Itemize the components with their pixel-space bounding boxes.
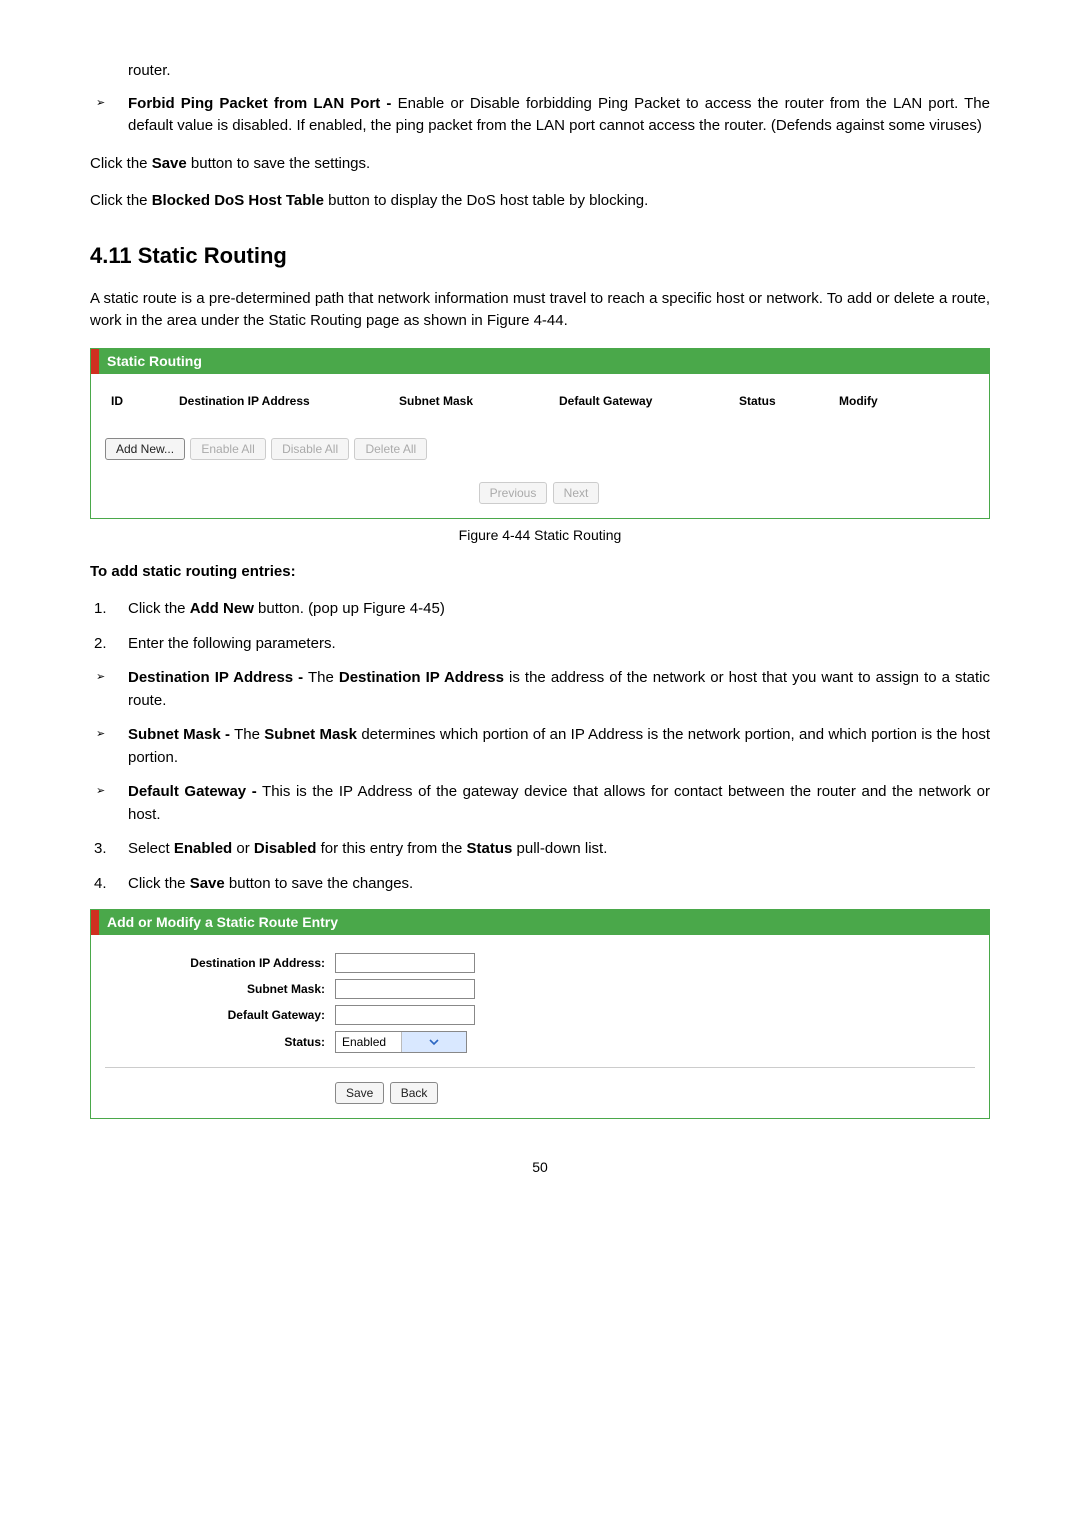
blocked-text-a: Click the xyxy=(90,192,152,209)
step1-bold: Add New xyxy=(190,600,254,617)
step-1: Click the Add New button. (pop up Figure… xyxy=(90,598,990,621)
step-2: Enter the following parameters. xyxy=(90,633,990,656)
dest-ip-label: Destination IP Address: xyxy=(105,954,335,972)
status-select[interactable]: Enabled xyxy=(335,1031,467,1053)
add-modify-panel: Add or Modify a Static Route Entry Desti… xyxy=(90,909,990,1119)
dest-ip-item: Destination IP Address - The Destination… xyxy=(90,667,990,712)
document-page: router. Forbid Ping Packet from LAN Port… xyxy=(90,60,990,1178)
form-button-row: Save Back xyxy=(105,1082,975,1104)
blocked-text-b: button to display the DoS host table by … xyxy=(324,192,648,209)
router-trailer-text: router. xyxy=(128,60,990,83)
form-row-dest: Destination IP Address: xyxy=(105,953,975,973)
section-paragraph: A static route is a pre-determined path … xyxy=(90,288,990,333)
s4b: button to save the changes. xyxy=(225,875,413,892)
mask-bold: Subnet Mask xyxy=(264,726,357,743)
s3b2: or xyxy=(232,840,254,857)
save-bold: Save xyxy=(152,155,187,172)
s3d: pull-down list. xyxy=(512,840,607,857)
next-button[interactable]: Next xyxy=(553,482,600,504)
col-mask: Subnet Mask xyxy=(399,392,519,410)
howto-heading: To add static routing entries: xyxy=(90,561,990,584)
step1-a: Click the xyxy=(128,600,190,617)
subnet-mask-item: Subnet Mask - The Subnet Mask determines… xyxy=(90,724,990,769)
form-divider xyxy=(105,1067,975,1068)
bulk-button-row: Add New... Enable All Disable All Delete… xyxy=(105,438,975,460)
dest-text-a: The xyxy=(303,669,339,686)
save-text-a: Click the xyxy=(90,155,152,172)
status-value: Enabled xyxy=(336,1033,401,1051)
blocked-bold: Blocked DoS Host Table xyxy=(152,192,324,209)
gw-text: This is the IP Address of the gateway de… xyxy=(128,783,990,823)
step1-b: button. (pop up Figure 4-45) xyxy=(254,600,445,617)
figure-4-44-caption: Figure 4-44 Static Routing xyxy=(90,525,990,546)
gateway-input[interactable] xyxy=(335,1005,475,1025)
col-modify: Modify xyxy=(839,392,899,410)
static-routing-panel: Static Routing ID Destination IP Address… xyxy=(90,348,990,519)
col-dest: Destination IP Address xyxy=(179,392,359,410)
pager-row: Previous Next xyxy=(105,482,975,504)
form-row-gw: Default Gateway: xyxy=(105,1005,975,1025)
s3c: for this entry from the xyxy=(316,840,466,857)
s3bold: Status xyxy=(467,840,513,857)
forbid-ping-item: Forbid Ping Packet from LAN Port - Enabl… xyxy=(90,93,990,138)
dest-bold: Destination IP Address xyxy=(339,669,504,686)
section-heading: 4.11 Static Routing xyxy=(90,239,990,272)
mask-label: Subnet Mask - xyxy=(128,726,230,743)
s3b3: Disabled xyxy=(254,840,317,857)
s3b1: Enabled xyxy=(174,840,232,857)
col-gw: Default Gateway xyxy=(559,392,699,410)
enable-all-button[interactable]: Enable All xyxy=(190,438,265,460)
step-4: Click the Save button to save the change… xyxy=(90,873,990,896)
form-row-mask: Subnet Mask: xyxy=(105,979,975,999)
mask-text-a: The xyxy=(230,726,264,743)
add-modify-title: Add or Modify a Static Route Entry xyxy=(91,910,989,935)
s3a: Select xyxy=(128,840,174,857)
add-new-button[interactable]: Add New... xyxy=(105,438,185,460)
page-number: 50 xyxy=(90,1157,990,1178)
subnet-mask-input[interactable] xyxy=(335,979,475,999)
default-gateway-item: Default Gateway - This is the IP Address… xyxy=(90,781,990,826)
save-button[interactable]: Save xyxy=(335,1082,384,1104)
forbid-ping-label: Forbid Ping Packet from LAN Port - xyxy=(128,95,391,112)
back-button[interactable]: Back xyxy=(390,1082,439,1104)
gw-label: Default Gateway - xyxy=(128,783,257,800)
previous-button[interactable]: Previous xyxy=(479,482,548,504)
col-status: Status xyxy=(739,392,799,410)
status-label: Status: xyxy=(105,1033,335,1051)
s4bold: Save xyxy=(190,875,225,892)
static-routing-title: Static Routing xyxy=(91,349,989,374)
dest-label: Destination IP Address - xyxy=(128,669,303,686)
subnet-mask-label: Subnet Mask: xyxy=(105,980,335,998)
disable-all-button[interactable]: Disable All xyxy=(271,438,349,460)
dest-ip-input[interactable] xyxy=(335,953,475,973)
col-id: ID xyxy=(111,392,139,410)
step-3: Select Enabled or Disabled for this entr… xyxy=(90,838,990,861)
save-instruction: Click the Save button to save the settin… xyxy=(90,153,990,176)
gateway-label: Default Gateway: xyxy=(105,1006,335,1024)
table-header-row: ID Destination IP Address Subnet Mask De… xyxy=(105,392,975,410)
save-text-b: button to save the settings. xyxy=(187,155,370,172)
delete-all-button[interactable]: Delete All xyxy=(354,438,427,460)
chevron-down-icon xyxy=(401,1032,467,1052)
form-row-status: Status: Enabled xyxy=(105,1031,975,1053)
s4a: Click the xyxy=(128,875,190,892)
blocked-instruction: Click the Blocked DoS Host Table button … xyxy=(90,190,990,213)
